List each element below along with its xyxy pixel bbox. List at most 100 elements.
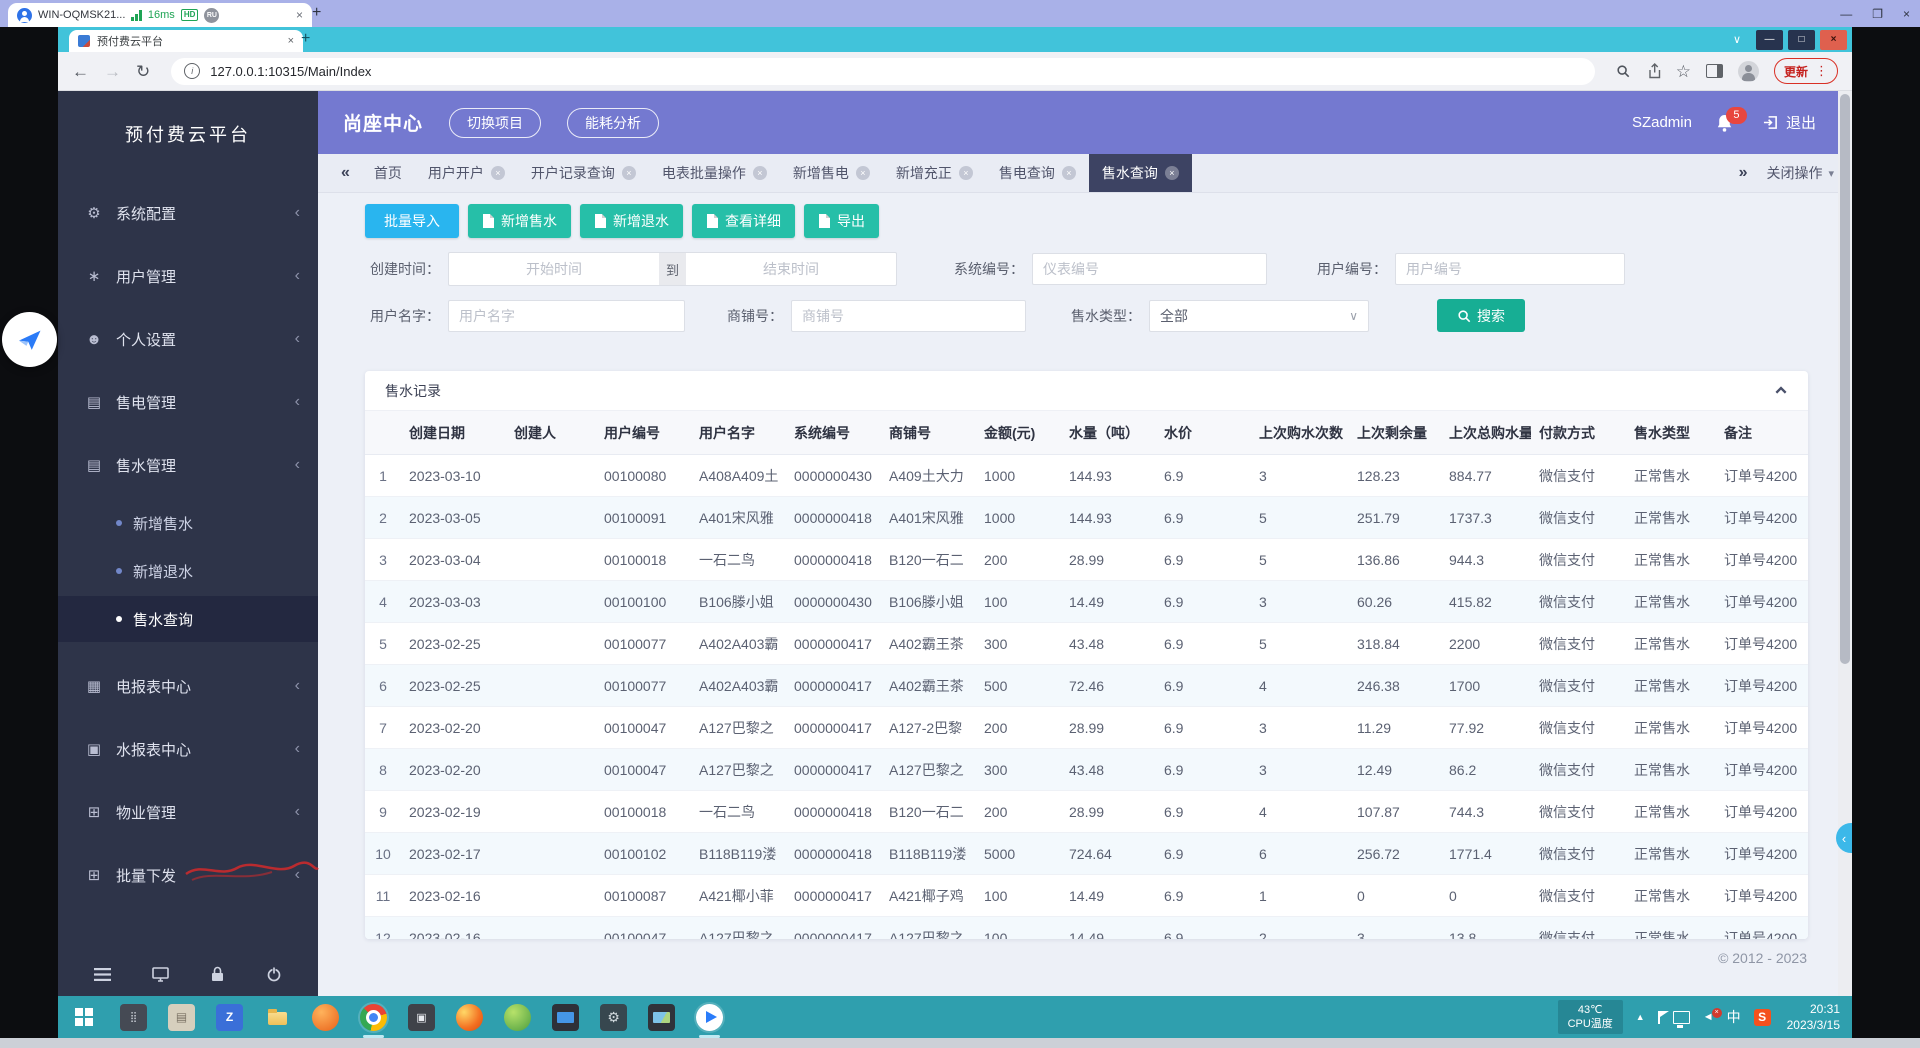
settings-app-icon[interactable]: ⚙ [600,1004,627,1031]
start-button[interactable] [64,996,104,1038]
sidebar-item-electric-report-center[interactable]: ▦电报表中心‹ [58,664,318,708]
todesk-icon[interactable] [696,1004,723,1031]
update-button[interactable]: 更新 ⋮ [1774,58,1838,84]
power-icon[interactable] [266,966,282,982]
address-bar[interactable]: i 127.0.0.1:10315/Main/Index [171,58,1594,85]
sidebar-item-add-water-sale[interactable]: 新增售水 [58,500,318,546]
browser-minimize-button[interactable]: — [1756,30,1783,50]
view-details-button[interactable]: 查看详细 [692,204,795,238]
browser-menu-dots-icon[interactable]: ⋮ [1815,63,1828,79]
table-row[interactable]: 102023-02-1700100102B118B119溇0000000418B… [365,833,1808,875]
forward-button[interactable]: → [104,63,121,80]
profile-avatar[interactable] [1738,61,1759,82]
table-row[interactable]: 42023-03-0300100100B106滕小姐0000000430B106… [365,581,1808,623]
sidebar-item-water-report-center[interactable]: ▣水报表中心‹ [58,727,318,771]
table-row[interactable]: 122023-02-1600100047A127巴黎之0000000417A12… [365,917,1808,940]
lock-icon[interactable] [210,966,225,982]
tab-add-electricity-sale[interactable]: 新增售电× [780,154,883,192]
remote-close-button[interactable]: × [1903,7,1910,21]
table-row[interactable]: 22023-03-0500100091A401宋风雅0000000418A401… [365,497,1808,539]
printer-app-icon[interactable]: ▤ [168,1004,195,1031]
table-row[interactable]: 82023-02-2000100047A127巴黎之0000000417A127… [365,749,1808,791]
scrollbar-thumb[interactable] [1840,94,1850,664]
app-grid-icon[interactable]: ⣿ [120,1004,147,1031]
table-row[interactable]: 112023-02-1600100087A421椰小菲0000000417A42… [365,875,1808,917]
add-water-refund-button[interactable]: 新增退水 [580,204,683,238]
batch-import-button[interactable]: 批量导入 [365,204,459,238]
sidebar-item-system-config[interactable]: ⚙系统配置‹ [58,191,318,235]
browser-tab[interactable]: 预付费云平台 × [69,30,303,52]
tab-add-reversal[interactable]: 新增充正× [883,154,986,192]
table-row[interactable]: 62023-02-2500100077A402A403霸0000000417A4… [365,665,1808,707]
tab-close-icon[interactable]: × [753,166,767,180]
tray-expand-icon[interactable]: ▲ [1636,1012,1645,1022]
bookmark-star-icon[interactable]: ☆ [1676,63,1691,80]
share-icon[interactable] [1645,63,1661,79]
tab-home[interactable]: 首页 [361,154,415,192]
tab-close-icon[interactable]: × [856,166,870,180]
shop-no-input[interactable] [791,300,1026,332]
monitor-icon[interactable] [152,967,169,982]
export-button[interactable]: 导出 [804,204,879,238]
table-row[interactable]: 92023-02-1900100018一石二鸟0000000418B120一石二… [365,791,1808,833]
notifications-button[interactable]: 5 [1716,114,1733,132]
tab-electricity-sale-query[interactable]: 售电查询× [986,154,1089,192]
browser-close-button[interactable]: × [1820,30,1847,50]
browser-new-tab-button[interactable]: + [301,30,310,48]
todesk-floating-ball[interactable] [2,312,57,367]
volume-muted-icon[interactable]: ◄× [1703,1011,1714,1023]
input-method-app-icon[interactable]: ▣ [408,1004,435,1031]
tab-close-icon[interactable]: × [1165,166,1179,180]
end-time-input[interactable] [686,253,896,285]
tab-close-icon[interactable]: × [491,166,505,180]
tab-close-icon[interactable]: × [1062,166,1076,180]
add-water-sale-button[interactable]: 新增售水 [468,204,571,238]
tab-meter-batch-operations[interactable]: 电表批量操作× [649,154,780,192]
search-button[interactable]: 搜索 [1437,299,1525,332]
new-session-button[interactable]: + [312,4,321,22]
remote-maximize-button[interactable]: ❐ [1872,7,1883,21]
browser-tab-close-icon[interactable]: × [288,35,294,47]
remote-minimize-button[interactable]: — [1840,7,1852,21]
remote-monitor-app-icon[interactable] [552,1004,579,1031]
water-type-select[interactable]: 全部 ∨ [1149,300,1369,332]
browser-maximize-button[interactable]: □ [1788,30,1815,50]
tab-user-account-opening[interactable]: 用户开户× [415,154,518,192]
table-row[interactable]: 72023-02-2000100047A127巴黎之0000000417A127… [365,707,1808,749]
vertical-scrollbar[interactable] [1838,91,1852,996]
terminal-app-icon[interactable]: Z [216,1004,243,1031]
system-no-input[interactable] [1032,253,1267,285]
reload-button[interactable]: ↻ [136,63,150,80]
tab-close-icon[interactable]: × [959,166,973,180]
collapse-panel-icon[interactable] [1774,384,1788,398]
zoom-icon[interactable] [1616,64,1630,78]
tab-list-chevron-icon[interactable]: ∨ [1733,33,1741,46]
ime-indicator[interactable]: 中 [1727,1007,1741,1027]
table-row[interactable]: 12023-03-1000100080A408A409土0000000430A4… [365,455,1808,497]
table-row[interactable]: 52023-02-2500100077A402A403霸0000000417A4… [365,623,1808,665]
chrome-icon[interactable] [360,1004,387,1031]
remote-session-tab[interactable]: WIN-OQMSK21... 16ms HD RU × [8,3,312,27]
flag-icon[interactable] [1658,1011,1660,1024]
switch-project-button[interactable]: 切换项目 [449,108,541,138]
user-no-input[interactable] [1395,253,1625,285]
tab-water-sale-query[interactable]: 售水查询× [1089,154,1192,192]
sidebar-item-property-management[interactable]: ⊞物业管理‹ [58,790,318,834]
sidebar-item-personal-settings[interactable]: ☻个人设置‹ [58,317,318,361]
sidebar-item-user-management[interactable]: ∗用户管理‹ [58,254,318,298]
start-time-input[interactable] [449,253,659,285]
sidebar-item-water-sale-query[interactable]: 售水查询 [58,596,318,642]
logout-button[interactable]: 退出 [1763,112,1816,133]
firefox-icon[interactable] [456,1004,483,1031]
hamburger-menu-icon[interactable] [94,968,111,981]
sidebar-item-electricity-sales[interactable]: ▤售电管理‹ [58,380,318,424]
back-button[interactable]: ← [72,63,89,80]
network-display-icon[interactable] [1673,1011,1690,1024]
energy-analysis-button[interactable]: 能耗分析 [567,108,659,138]
file-explorer-icon[interactable] [264,1004,291,1031]
session-close-icon[interactable]: × [296,8,303,22]
browser-orange-icon[interactable] [312,1004,339,1031]
taskbar-clock[interactable]: 20:31 2023/3/15 [1787,1001,1840,1033]
tabs-scroll-left-icon[interactable]: « [330,164,361,182]
user-name-input[interactable] [448,300,685,332]
